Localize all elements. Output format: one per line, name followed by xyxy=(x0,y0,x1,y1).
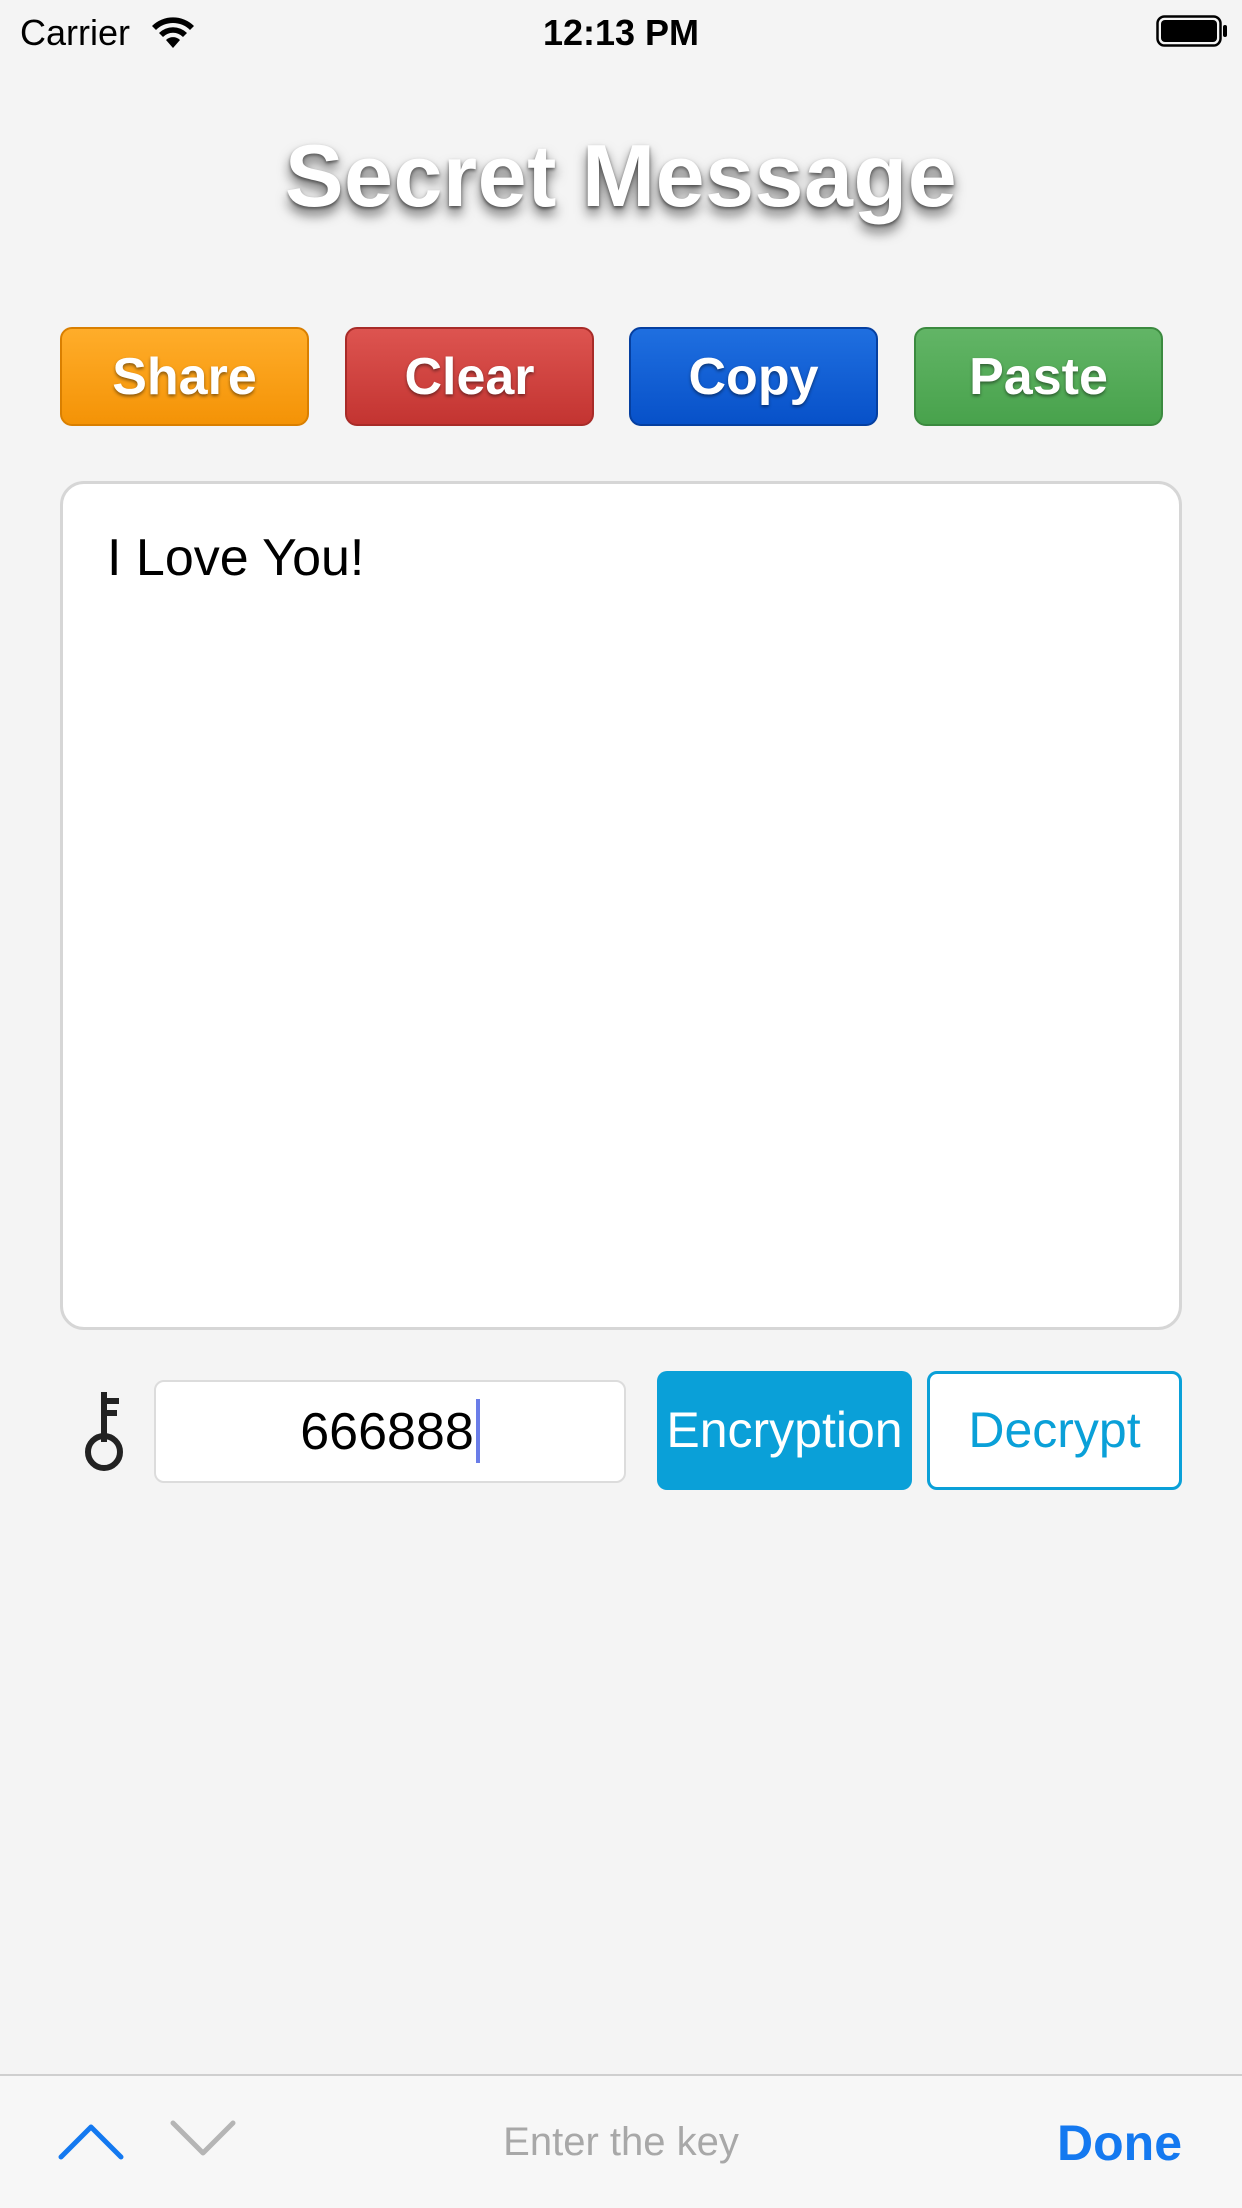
decrypt-button[interactable]: Decrypt xyxy=(927,1371,1182,1490)
paste-button[interactable]: Paste xyxy=(914,327,1163,426)
key-input[interactable]: 666888 xyxy=(154,1380,626,1483)
share-button[interactable]: Share xyxy=(60,327,309,426)
copy-button[interactable]: Copy xyxy=(629,327,878,426)
battery-icon xyxy=(1156,15,1227,47)
status-bar: Carrier 12:13 PM xyxy=(0,0,1242,60)
key-value: 666888 xyxy=(300,1403,474,1461)
toolbar-hint: Enter the key xyxy=(503,2120,739,2164)
message-textarea[interactable]: I Love You! xyxy=(60,481,1182,1330)
status-time: 12:13 PM xyxy=(542,12,700,53)
page-title: Secret Message xyxy=(284,126,958,225)
key-icon xyxy=(85,1392,123,1471)
text-caret xyxy=(475,1399,480,1464)
message-text: I Love You! xyxy=(107,529,365,587)
keyboard-toolbar: Enter the key Done xyxy=(0,2074,1242,2208)
clear-button[interactable]: Clear xyxy=(345,327,594,426)
done-button[interactable]: Done xyxy=(1057,2114,1182,2172)
encrypt-button[interactable]: Encryption xyxy=(657,1371,912,1490)
